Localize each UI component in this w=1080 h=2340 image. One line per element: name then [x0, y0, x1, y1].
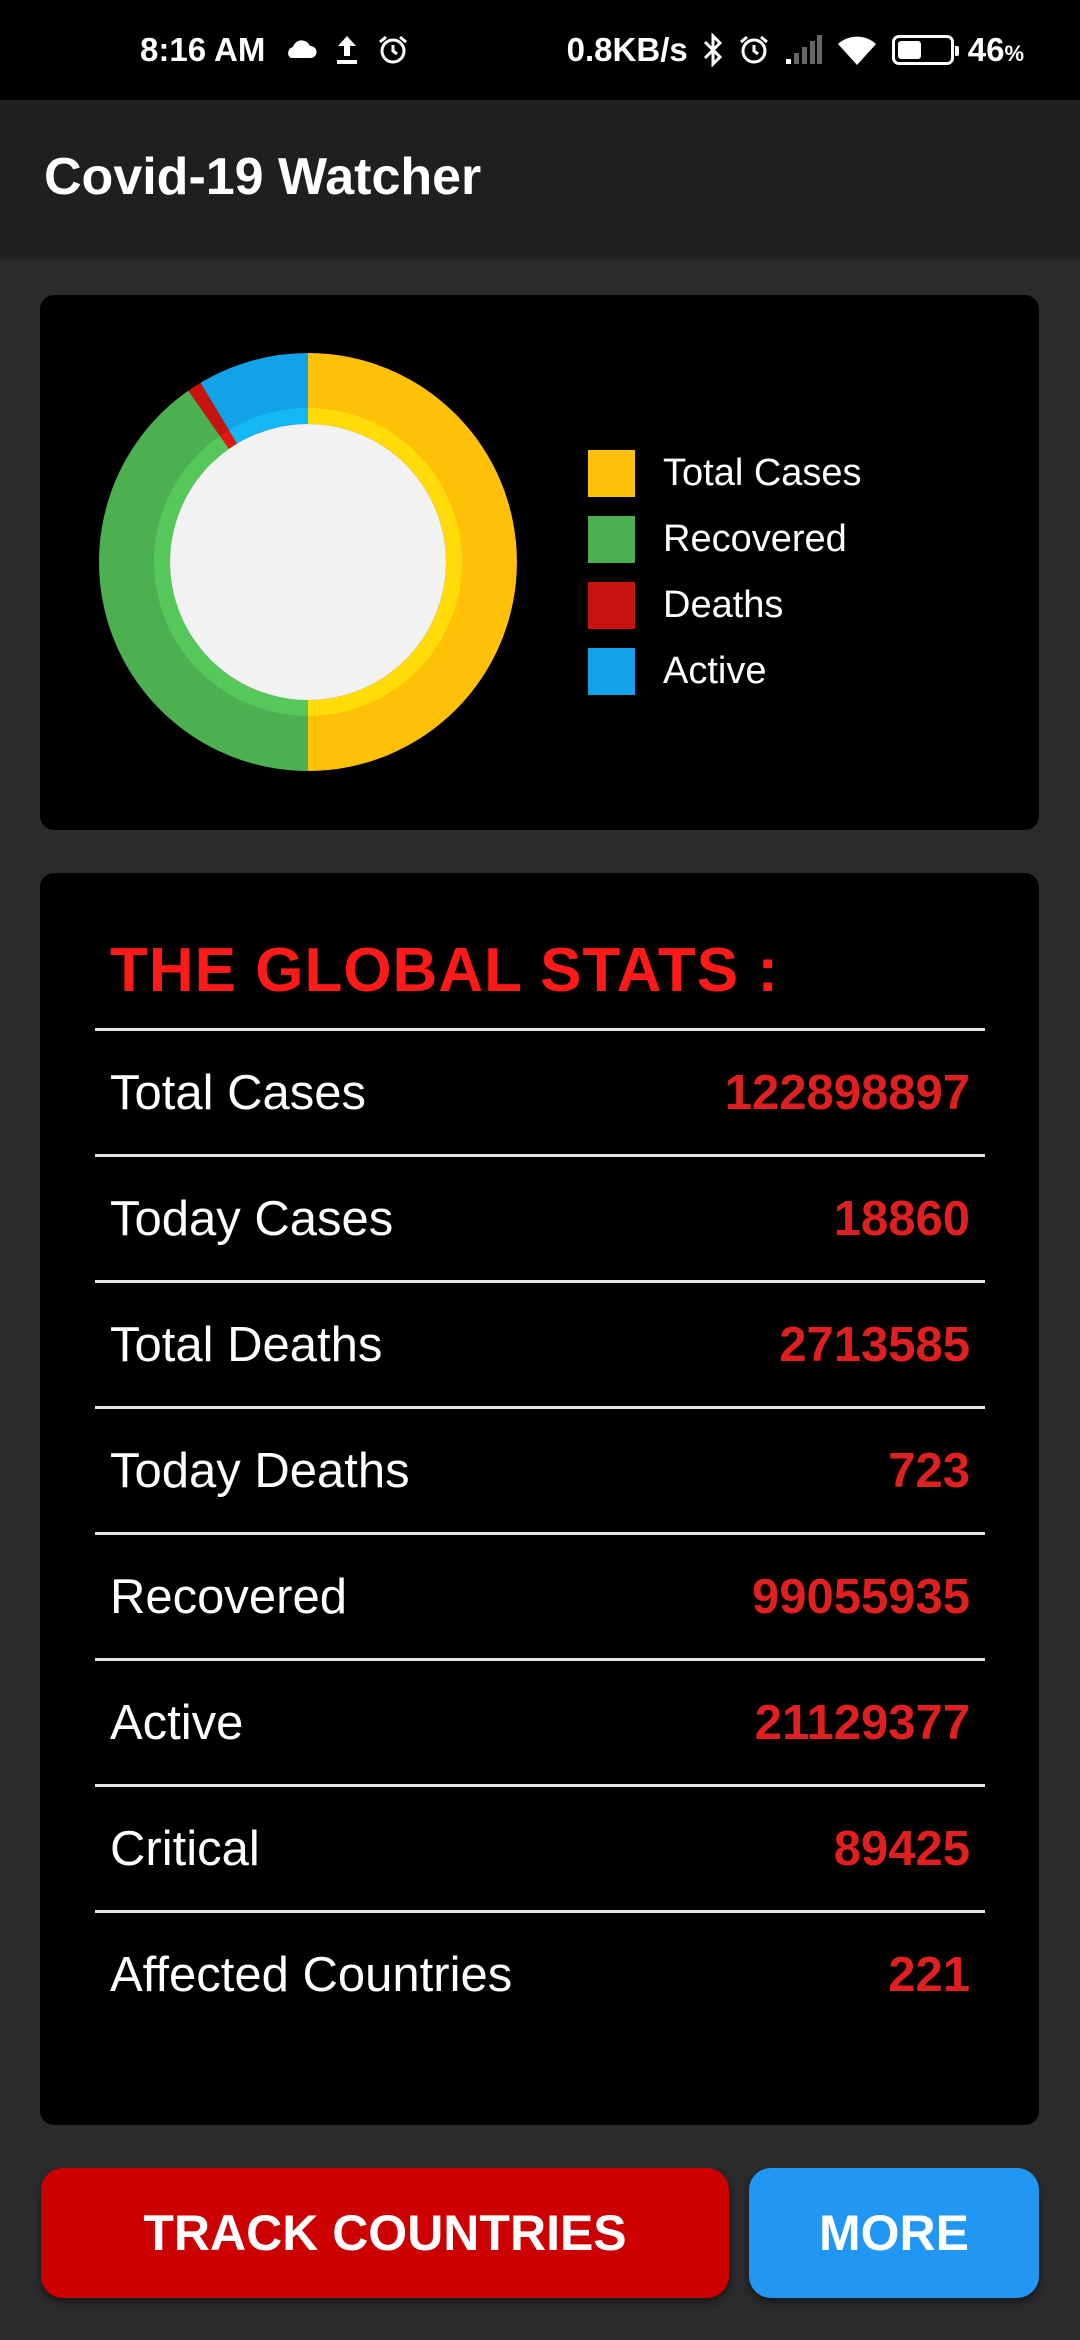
stat-value: 99055935	[751, 1569, 970, 1624]
legend-label: Total Cases	[663, 451, 862, 494]
chart-legend: Total Cases Recovered Deaths Active	[588, 440, 862, 704]
legend-label: Recovered	[663, 517, 847, 560]
status-bar: 8:16 AM 0.8KB/s 46%	[0, 0, 1080, 100]
bluetooth-icon	[702, 33, 724, 67]
legend-swatch	[588, 515, 635, 563]
stat-label: Today Cases	[110, 1191, 394, 1246]
cloud-icon	[283, 40, 317, 60]
battery-icon	[891, 35, 959, 65]
legend-item: Deaths	[588, 572, 862, 638]
stat-value: 18860	[833, 1191, 970, 1246]
battery-percent: 46%	[967, 31, 1024, 68]
legend-label: Deaths	[663, 583, 784, 626]
legend-label: Active	[663, 649, 767, 692]
battery-level-fill	[897, 41, 921, 59]
status-time: 8:16 AM	[140, 31, 266, 68]
pie-chart	[99, 353, 517, 771]
stat-label: Today Deaths	[110, 1443, 410, 1498]
stat-label: Critical	[110, 1821, 260, 1876]
alarm-icon	[738, 34, 770, 66]
stat-row: Active 21129377	[95, 1658, 985, 1784]
stats-title: THE GLOBAL STATS :	[110, 936, 779, 1005]
stat-value: 89425	[833, 1821, 970, 1876]
more-button[interactable]: MORE	[749, 2168, 1039, 2298]
signal-icon	[784, 35, 822, 65]
stat-label: Total Cases	[110, 1065, 367, 1120]
network-speed: 0.8KB/s	[566, 31, 688, 68]
stat-label: Affected Countries	[110, 1947, 513, 2002]
app-title: Covid-19 Watcher	[44, 148, 482, 206]
status-right: 0.8KB/s 46%	[567, 31, 1024, 69]
stats-list: Total Cases 122898897 Today Cases 18860 Tota…	[95, 1028, 985, 2036]
app-bar: Covid-19 Watcher	[0, 100, 1080, 254]
stat-value: 122898897	[724, 1065, 970, 1120]
stat-row: Affected Countries 221	[95, 1910, 985, 2036]
stat-row: Critical 89425	[95, 1784, 985, 1910]
legend-item: Active	[588, 638, 862, 704]
stat-row: Today Cases 18860	[95, 1154, 985, 1280]
stat-row: Today Deaths 723	[95, 1406, 985, 1532]
pie-slice-inner-ring	[219, 429, 238, 449]
legend-swatch	[588, 449, 635, 497]
stat-label: Active	[110, 1695, 244, 1750]
pie-center-hole	[170, 424, 446, 700]
upload-icon	[335, 34, 359, 66]
status-left: 8:16 AM	[140, 31, 409, 69]
stat-row: Total Deaths 2713585	[95, 1280, 985, 1406]
stat-label: Total Deaths	[110, 1317, 383, 1372]
track-countries-button[interactable]: TRACK COUNTRIES	[41, 2168, 729, 2298]
stat-row: Total Cases 122898897	[95, 1028, 985, 1154]
wifi-icon	[836, 34, 878, 66]
stat-label: Recovered	[110, 1569, 347, 1624]
alarm-icon	[377, 34, 409, 66]
stat-value: 723	[888, 1443, 970, 1498]
legend-item: Total Cases	[588, 440, 862, 506]
stat-row: Recovered 99055935	[95, 1532, 985, 1658]
legend-swatch	[588, 581, 635, 629]
legend-swatch	[588, 647, 635, 695]
stat-value: 2713585	[779, 1317, 970, 1372]
stat-value: 21129377	[754, 1695, 970, 1750]
legend-item: Recovered	[588, 506, 862, 572]
stat-value: 221	[888, 1947, 970, 2002]
